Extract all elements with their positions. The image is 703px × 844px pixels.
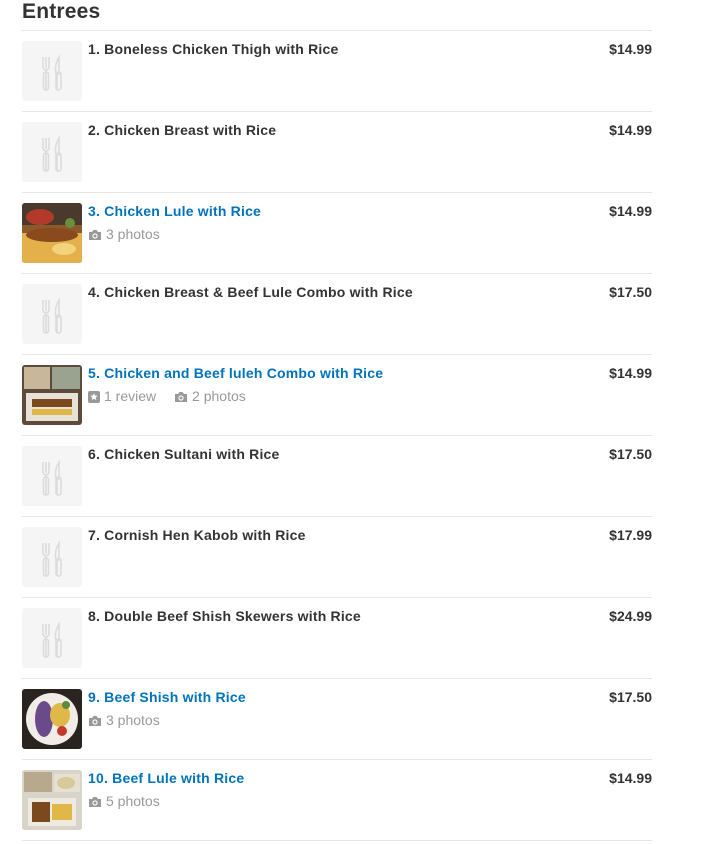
item-name-link[interactable]: 10. Beef Lule with Rice [88, 770, 572, 787]
item-body: 3. Chicken Lule with Rice 3 photos [88, 203, 572, 243]
item-body: 5. Chicken and Beef luleh Combo with Ric… [88, 365, 572, 405]
menu-list: 1. Boneless Chicken Thigh with Rice $14.… [22, 30, 652, 841]
item-photo[interactable] [22, 689, 82, 749]
item-body: 2. Chicken Breast with Rice [88, 122, 572, 139]
item-price: $17.99 [609, 527, 652, 543]
item-price: $17.50 [609, 446, 652, 462]
menu-item: 7. Cornish Hen Kabob with Rice $17.99 [22, 516, 652, 597]
item-body: 1. Boneless Chicken Thigh with Rice [88, 41, 572, 58]
photos-count: 2 photos [192, 388, 246, 404]
star-square-icon [88, 391, 100, 403]
photos-link[interactable]: 3 photos [88, 712, 160, 729]
item-body: 6. Chicken Sultani with Rice [88, 446, 572, 463]
fork-knife-icon [22, 608, 82, 668]
fork-knife-icon [22, 122, 82, 182]
camera-icon [89, 797, 101, 807]
camera-icon [175, 392, 188, 402]
menu-item: 10. Beef Lule with Rice 5 photos $14.99 [22, 759, 652, 841]
item-photo[interactable] [22, 770, 82, 830]
menu-item: 4. Chicken Breast & Beef Lule Combo with… [22, 273, 652, 354]
photos-count: 3 photos [106, 712, 160, 728]
photos-link[interactable]: 5 photos [88, 793, 160, 810]
item-meta: 5 photos [88, 793, 572, 810]
camera-icon [89, 230, 101, 240]
fork-knife-icon [22, 284, 82, 344]
item-body: 10. Beef Lule with Rice 5 photos [88, 770, 572, 810]
item-photo[interactable] [22, 203, 82, 263]
menu-item: 5. Chicken and Beef luleh Combo with Ric… [22, 354, 652, 435]
item-name: 6. Chicken Sultani with Rice [88, 446, 280, 462]
item-price: $14.99 [609, 770, 652, 786]
item-meta: 3 photos [88, 226, 572, 243]
reviews-link[interactable]: 1 review [88, 388, 156, 405]
item-name: 8. Double Beef Shish Skewers with Rice [88, 608, 361, 624]
item-name: 1. Boneless Chicken Thigh with Rice [88, 41, 339, 57]
fork-knife-icon [22, 41, 82, 101]
camera-icon [89, 716, 101, 726]
item-body: 4. Chicken Breast & Beef Lule Combo with… [88, 284, 572, 301]
photos-count: 5 photos [106, 793, 160, 809]
item-body: 9. Beef Shish with Rice 3 photos [88, 689, 572, 729]
menu-item: 3. Chicken Lule with Rice 3 photos $14.9… [22, 192, 652, 273]
item-name: 7. Cornish Hen Kabob with Rice [88, 527, 306, 543]
photos-link[interactable]: 3 photos [88, 226, 160, 243]
photos-count: 3 photos [106, 226, 160, 242]
item-name-link[interactable]: 3. Chicken Lule with Rice [88, 203, 572, 220]
section-title: Entrees [22, 0, 101, 23]
fork-knife-icon [22, 446, 82, 506]
item-name: 4. Chicken Breast & Beef Lule Combo with… [88, 284, 413, 300]
item-name: 2. Chicken Breast with Rice [88, 122, 277, 138]
item-price: $14.99 [609, 365, 652, 381]
item-price: $24.99 [609, 608, 652, 624]
reviews-count: 1 review [104, 388, 157, 404]
item-name-link[interactable]: 9. Beef Shish with Rice [88, 689, 572, 706]
item-body: 8. Double Beef Shish Skewers with Rice [88, 608, 572, 625]
menu-item: 8. Double Beef Shish Skewers with Rice $… [22, 597, 652, 678]
menu-item: 1. Boneless Chicken Thigh with Rice $14.… [22, 30, 652, 111]
item-photo[interactable] [22, 365, 82, 425]
item-price: $14.99 [609, 203, 652, 219]
item-meta: 1 review 2 photos [88, 388, 572, 405]
item-body: 7. Cornish Hen Kabob with Rice [88, 527, 572, 544]
photos-link[interactable]: 2 photos [174, 388, 246, 405]
item-price: $17.50 [609, 284, 652, 300]
fork-knife-icon [22, 527, 82, 587]
menu-item: 6. Chicken Sultani with Rice $17.50 [22, 435, 652, 516]
item-meta: 3 photos [88, 712, 572, 729]
menu-item: 9. Beef Shish with Rice 3 photos $17.50 [22, 678, 652, 759]
item-price: $17.50 [609, 689, 652, 705]
menu-item: 2. Chicken Breast with Rice $14.99 [22, 111, 652, 192]
item-name-link[interactable]: 5. Chicken and Beef luleh Combo with Ric… [88, 365, 572, 382]
item-price: $14.99 [609, 41, 652, 57]
item-price: $14.99 [609, 122, 652, 138]
